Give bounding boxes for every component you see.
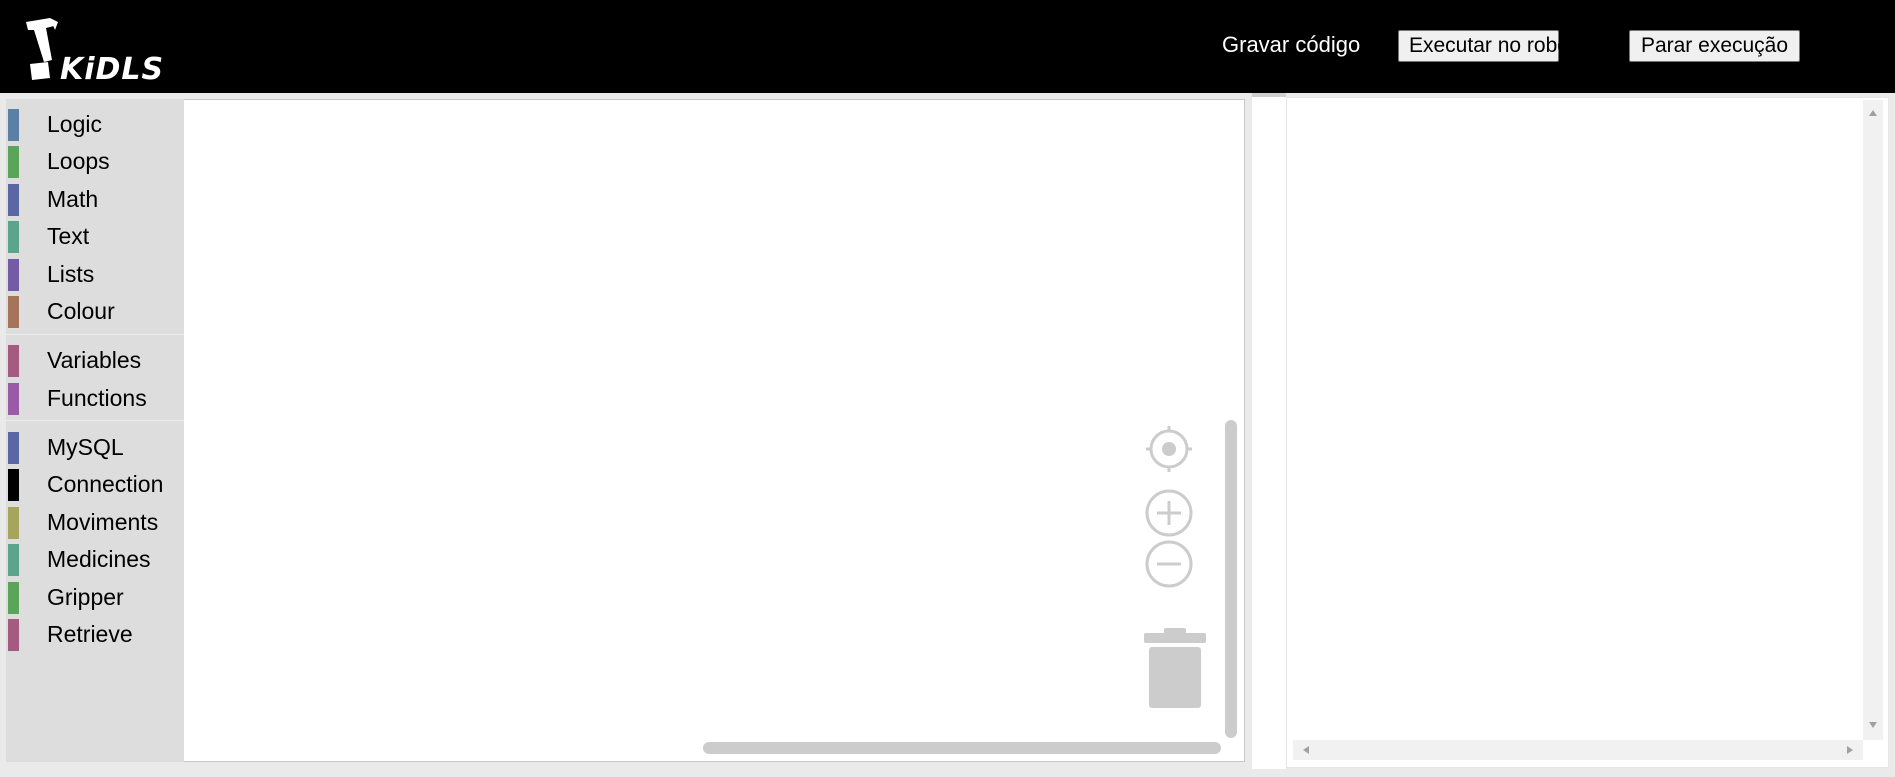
category-label: Gripper — [47, 584, 124, 610]
category-label: Loops — [47, 148, 110, 174]
code-output-textarea[interactable] — [1293, 100, 1863, 740]
toolbox-category-text[interactable]: Text — [6, 217, 184, 253]
workspace-horizontal-scrollbar[interactable] — [703, 742, 1221, 754]
category-label: Lists — [47, 261, 95, 287]
category-label: Text — [47, 223, 90, 249]
category-label: Variables — [47, 347, 142, 373]
blocks-workspace[interactable] — [6, 99, 1245, 762]
toolbox-category-mysql[interactable]: MySQL — [6, 428, 184, 464]
toolbox-category-logic[interactable]: Logic — [6, 105, 184, 141]
scroll-right-arrow-icon[interactable] — [1847, 746, 1853, 754]
category-label: Logic — [47, 111, 102, 137]
category-label: MySQL — [47, 434, 124, 460]
toolbox-category-gripper[interactable]: Gripper — [6, 578, 184, 614]
toolbox-category-loops[interactable]: Loops — [6, 142, 184, 178]
toolbox-category-math[interactable]: Math — [6, 180, 184, 216]
toolbox-separator — [6, 334, 184, 335]
minus-circle-icon[interactable] — [1144, 539, 1194, 589]
category-color-swatch — [8, 469, 19, 501]
category-color-swatch — [8, 383, 19, 415]
crosshair-icon[interactable] — [1144, 424, 1194, 474]
code-vertical-scrollbar[interactable] — [1863, 100, 1883, 740]
plus-circle-icon[interactable] — [1144, 488, 1194, 538]
category-label: Math — [47, 186, 99, 212]
category-label: Retrieve — [47, 621, 133, 647]
category-color-swatch — [8, 221, 19, 253]
logo-text: KiDLS — [60, 52, 165, 87]
stop-execution-button[interactable]: Parar execução — [1629, 30, 1800, 62]
category-label: Medicines — [47, 546, 151, 572]
toolbox-category-colour[interactable]: Colour — [6, 292, 184, 328]
toolbox-category-moviments[interactable]: Moviments — [6, 503, 184, 539]
category-color-swatch — [8, 146, 19, 178]
category-label: Moviments — [47, 509, 159, 535]
category-label: Connection — [47, 471, 164, 497]
toolbox-separator — [6, 420, 184, 421]
toolbox-category-functions[interactable]: Functions — [6, 379, 184, 415]
category-color-swatch — [8, 259, 19, 291]
category-color-swatch — [8, 109, 19, 141]
toolbox-category-connection[interactable]: Connection — [6, 465, 184, 501]
trash-icon[interactable] — [1142, 628, 1208, 710]
category-label: Colour — [47, 298, 115, 324]
toolbox-category-lists[interactable]: Lists — [6, 255, 184, 291]
category-color-swatch — [8, 507, 19, 539]
category-color-swatch — [8, 296, 19, 328]
workspace-controls — [1140, 420, 1206, 720]
kidls-logo: KiDLS — [22, 16, 172, 86]
panel-divider — [1252, 97, 1286, 769]
category-color-swatch — [8, 345, 19, 377]
toolbox-category-retrieve[interactable]: Retrieve — [6, 615, 184, 651]
category-color-swatch — [8, 432, 19, 464]
category-color-swatch — [8, 184, 19, 216]
scroll-up-arrow-icon[interactable] — [1869, 110, 1877, 116]
toolbox-category-medicines[interactable]: Medicines — [6, 540, 184, 576]
category-label: Functions — [47, 385, 147, 411]
workspace-vertical-scrollbar[interactable] — [1225, 420, 1237, 738]
scroll-left-arrow-icon[interactable] — [1303, 746, 1309, 754]
toolbox-category-variables[interactable]: Variables — [6, 341, 184, 377]
scroll-down-arrow-icon[interactable] — [1869, 722, 1877, 728]
category-color-swatch — [8, 544, 19, 576]
category-color-swatch — [8, 582, 19, 614]
run-on-robot-button[interactable]: Executar no robô — [1398, 30, 1569, 62]
top-bar: KiDLS Gravar código Executar no robô Par… — [0, 0, 1895, 93]
save-code-button[interactable]: Gravar código — [1222, 30, 1360, 60]
toolbox: Logic Loops Math Text Lists Colour Varia… — [6, 99, 184, 762]
category-color-swatch — [8, 619, 19, 651]
code-horizontal-scrollbar[interactable] — [1293, 740, 1863, 760]
